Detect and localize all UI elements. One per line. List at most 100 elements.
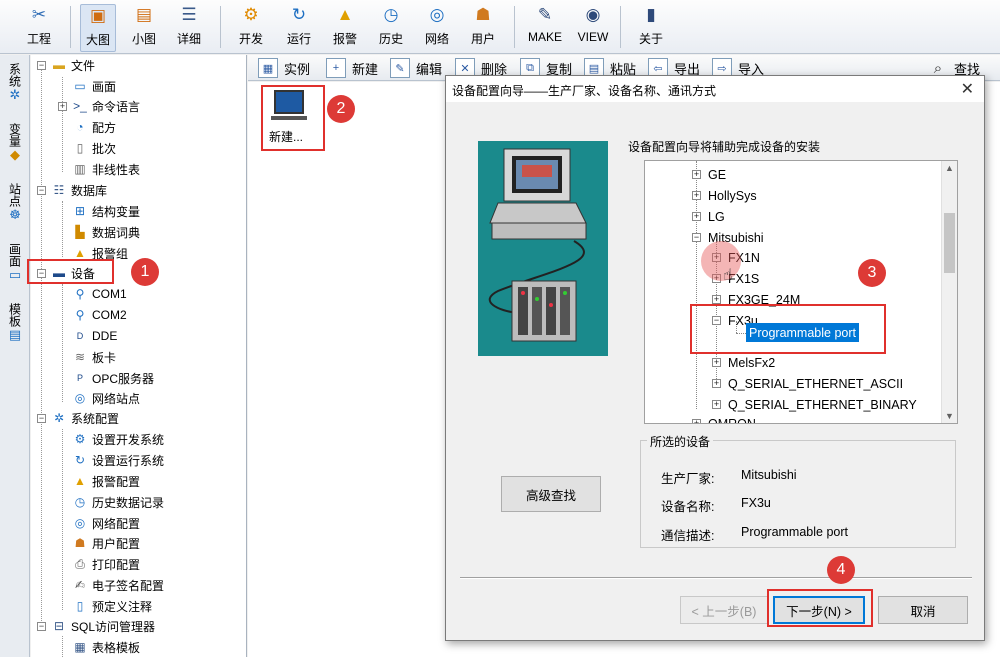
device-tree-melsfx2[interactable]: MelsFx2	[728, 353, 775, 372]
toolbar-make-button[interactable]: ✎ MAKE	[524, 4, 566, 52]
tree-node-table-template[interactable]: ▦ 表格模板	[72, 637, 140, 657]
prev-button[interactable]: < 上一步(B)	[680, 596, 768, 624]
tree-node-sql-manager[interactable]: ⊟ SQL访问管理器	[51, 616, 155, 636]
tree-node-esignature-config[interactable]: ✍ 电子签名配置	[72, 575, 164, 595]
main-toolbar: ✂ 工程 ▣ 大图 ▤ 小图 ☰ 详细 ⚙ 开发 ↻ 运行 ▲ 报警 ◷ 历史 …	[0, 0, 1000, 54]
tools-icon: ✂	[31, 5, 47, 24]
tree-node-network-station[interactable]: ◎ 网络站点	[72, 388, 140, 408]
computer-plc-illustration	[488, 148, 587, 342]
tree-scrollbar[interactable]: ▲ ▼	[941, 161, 957, 423]
device-tree-lg[interactable]: LG	[708, 207, 725, 226]
tree-node-predefined-comments[interactable]: ▯ 预定义注释	[72, 596, 152, 616]
side-tab-stations[interactable]: 站点 ☸	[3, 181, 27, 223]
tree-collapse-toggle[interactable]: −	[37, 622, 46, 631]
run-icon: ↻	[291, 5, 307, 24]
edit-button[interactable]: ✎ 编辑	[390, 57, 442, 79]
tree-expand-toggle[interactable]: +	[692, 212, 701, 221]
tree-expand-toggle[interactable]: +	[712, 400, 721, 409]
tree-expand-toggle[interactable]: +	[692, 170, 701, 179]
tree-node-history-record[interactable]: ◷ 历史数据记录	[72, 492, 164, 512]
develop-icon: ⚙	[243, 5, 259, 24]
toolbar-large-icons-button[interactable]: ▣ 大图	[80, 4, 116, 52]
new-button[interactable]: + 新建	[326, 57, 378, 79]
tree-node-dde[interactable]: D DDE	[72, 326, 118, 346]
advanced-search-button[interactable]: 高级查找	[501, 476, 601, 512]
tree-expand-toggle[interactable]: +	[712, 295, 721, 304]
grid-icon: ▦	[258, 58, 278, 78]
side-tab-variables[interactable]: 变量 ◆	[3, 121, 27, 163]
device-name-label: 设备名称:	[661, 500, 715, 514]
tree-node-alarm-config[interactable]: ▲ 报警配置	[72, 471, 140, 491]
tree-node-recipe[interactable]: ◔ 配方	[72, 117, 116, 137]
tree-node-com2[interactable]: ⚲ COM2	[72, 305, 127, 325]
project-tree: − ▬ 文件 ▭ 画面 + >_ 命令语言 ◔ 配方 ▯ 批次 ▥ 非线性表 − ☷ 数据库 …	[31, 55, 247, 657]
network-icon: ◎	[429, 5, 445, 24]
tree-node-screen[interactable]: ▭ 画面	[72, 76, 116, 96]
device-tree-q-serial-binary[interactable]: Q_SERIAL_ETHERNET_BINARY	[728, 395, 917, 414]
device-tree-ge[interactable]: GE	[708, 165, 726, 184]
user-icon: ☗	[475, 5, 491, 24]
tree-expand-toggle[interactable]: +	[712, 379, 721, 388]
annotation-badge-2: 2	[327, 95, 355, 123]
comm-desc-label: 通信描述:	[661, 529, 715, 543]
tree-node-network-config[interactable]: ◎ 网络配置	[72, 513, 140, 533]
tree-node-dev-settings[interactable]: ⚙ 设置开发系统	[72, 429, 164, 449]
toolbar-project-button[interactable]: ✂ 工程	[22, 4, 56, 52]
tree-node-nonlinear-table[interactable]: ▥ 非线性表	[72, 159, 140, 179]
tree-expand-toggle[interactable]: +	[692, 419, 701, 423]
toolbar-separator	[70, 6, 71, 48]
screen-icon: ▭	[8, 267, 22, 282]
click-highlight	[701, 241, 741, 281]
tree-collapse-toggle[interactable]: −	[37, 186, 46, 195]
scroll-down-icon[interactable]: ▼	[945, 411, 954, 421]
close-icon[interactable]: ✕	[961, 79, 974, 99]
toolbar-run-button[interactable]: ↻ 运行	[282, 4, 316, 52]
device-tree-hollysys[interactable]: HollySys	[708, 186, 757, 205]
tree-node-batch[interactable]: ▯ 批次	[72, 138, 116, 158]
cancel-button[interactable]: 取消	[878, 596, 968, 624]
tree-node-data-dictionary[interactable]: ▙ 数据词典	[72, 222, 140, 242]
dialog-separator	[460, 577, 972, 579]
tree-node-board[interactable]: ≋ 板卡	[72, 347, 116, 367]
tree-node-command-language[interactable]: >_ 命令语言	[72, 96, 140, 116]
toolbar-user-button[interactable]: ☗ 用户	[466, 4, 500, 52]
tree-expand-toggle[interactable]: +	[692, 191, 701, 200]
template-icon: ▤	[8, 327, 22, 342]
device-tree[interactable]: + GE + HollySys + LG − Mitsubishi + FX1N…	[644, 160, 958, 424]
tree-node-system-config[interactable]: ✲ 系统配置	[51, 408, 119, 428]
tree-node-com1[interactable]: ⚲ COM1	[72, 284, 127, 304]
tree-node-print-config[interactable]: ⎙ 打印配置	[72, 554, 140, 574]
toolbar-alarm-button[interactable]: ▲ 报警	[328, 4, 362, 52]
tree-node-file[interactable]: ▬ 文件	[51, 55, 95, 75]
tree-expand-toggle[interactable]: +	[58, 102, 67, 111]
large-icons-icon: ▣	[89, 6, 107, 25]
toolbar-network-button[interactable]: ◎ 网络	[420, 4, 454, 52]
toolbar-history-button[interactable]: ◷ 历史	[374, 4, 408, 52]
tree-node-struct-variable[interactable]: ⊞ 结构变量	[72, 201, 140, 221]
toolbar-small-icons-button[interactable]: ▤ 小图	[128, 4, 160, 52]
toolbar-separator	[620, 6, 621, 48]
annotation-box-next-button	[767, 589, 873, 627]
toolbar-view-button[interactable]: ◉ VIEW	[574, 4, 612, 52]
side-tab-system[interactable]: 系统 ✲	[3, 61, 27, 103]
scroll-up-icon[interactable]: ▲	[945, 163, 954, 173]
tree-node-opc-server[interactable]: P OPC服务器	[72, 368, 154, 388]
side-tab-templates[interactable]: 模板 ▤	[3, 301, 27, 343]
scrollbar-thumb[interactable]	[944, 213, 955, 273]
toolbar-details-button[interactable]: ☰ 详细	[172, 4, 206, 52]
device-tree-omron[interactable]: OMRON	[708, 414, 756, 424]
device-tree-q-serial-ascii[interactable]: Q_SERIAL_ETHERNET_ASCII	[728, 374, 903, 393]
tree-node-run-settings[interactable]: ↻ 设置运行系统	[72, 450, 164, 470]
instance-button[interactable]: ▦ 实例	[258, 57, 310, 79]
tree-collapse-toggle[interactable]: −	[692, 233, 701, 242]
toolbar-about-button[interactable]: ▮ 关于	[634, 4, 668, 52]
tree-node-user-config[interactable]: ☗ 用户配置	[72, 533, 140, 553]
new-icon: +	[326, 58, 346, 78]
toolbar-develop-button[interactable]: ⚙ 开发	[234, 4, 268, 52]
side-tab-screens[interactable]: 画面 ▭	[3, 241, 27, 283]
tree-expand-toggle[interactable]: +	[712, 358, 721, 367]
tree-node-database[interactable]: ☷ 数据库	[51, 180, 107, 200]
tree-collapse-toggle[interactable]: −	[37, 61, 46, 70]
tree-collapse-toggle[interactable]: −	[37, 414, 46, 423]
alarm-icon: ▲	[336, 5, 354, 24]
